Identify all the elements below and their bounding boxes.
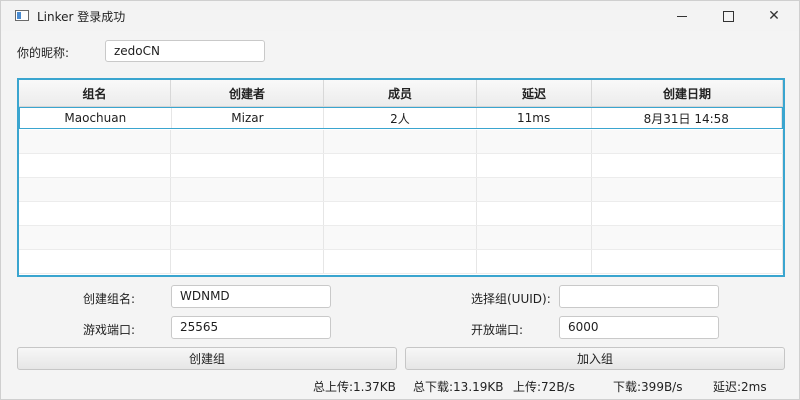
empty-row (19, 130, 783, 154)
open-port-input[interactable]: 6000 (559, 316, 719, 339)
empty-row (19, 250, 783, 274)
cell-created-date: 8月31日 14:58 (592, 108, 782, 128)
open-port-label: 开放端口: (471, 323, 524, 337)
title-bar: Linker 登录成功 ✕ (1, 1, 799, 31)
column-header-members[interactable]: 成员 (324, 80, 477, 106)
column-header-latency[interactable]: 延迟 (477, 80, 592, 106)
nickname-input[interactable]: zedoCN (105, 40, 265, 62)
close-icon: ✕ (768, 8, 780, 24)
empty-row (19, 226, 783, 250)
app-window: Linker 登录成功 ✕ 你的昵称: zedoCN 组名 创建者 成员 延迟 … (0, 0, 800, 400)
select-group-label: 选择组(UUID): (471, 292, 551, 306)
total-download-status: 总下载:13.19KB (413, 380, 504, 394)
column-header-group-name[interactable]: 组名 (19, 80, 171, 106)
game-port-label: 游戏端口: (83, 323, 136, 337)
upload-speed-status: 上传:72B/s (513, 380, 575, 394)
cell-latency: 11ms (477, 108, 592, 128)
game-port-input[interactable]: 25565 (171, 316, 331, 339)
create-group-button[interactable]: 创建组 (17, 347, 397, 370)
cell-creator: Mizar (172, 108, 325, 128)
group-table[interactable]: 组名 创建者 成员 延迟 创建日期 Maochuan Mizar 2人 11ms… (17, 78, 785, 277)
create-group-input[interactable]: WDNMD (171, 285, 331, 308)
close-button[interactable]: ✕ (751, 1, 797, 31)
table-header: 组名 创建者 成员 延迟 创建日期 (19, 80, 783, 107)
download-speed-status: 下载:399B/s (613, 380, 683, 394)
nickname-label: 你的昵称: (17, 46, 70, 60)
maximize-button[interactable] (705, 1, 751, 31)
minimize-icon (677, 15, 687, 17)
column-header-creator[interactable]: 创建者 (171, 80, 324, 106)
join-group-button[interactable]: 加入组 (405, 347, 785, 370)
table-row[interactable]: Maochuan Mizar 2人 11ms 8月31日 14:58 (19, 107, 783, 129)
total-upload-status: 总上传:1.37KB (313, 380, 396, 394)
empty-row (19, 154, 783, 178)
create-group-label: 创建组名: (83, 292, 136, 306)
app-icon (15, 10, 29, 21)
column-header-created-date[interactable]: 创建日期 (592, 80, 783, 106)
maximize-icon (722, 10, 734, 22)
empty-row (19, 202, 783, 226)
latency-status: 延迟:2ms (713, 380, 767, 394)
minimize-button[interactable] (659, 1, 705, 31)
select-group-input[interactable] (559, 285, 719, 308)
cell-members: 2人 (324, 108, 477, 128)
window-title: Linker 登录成功 (37, 10, 126, 24)
empty-row (19, 178, 783, 202)
cell-group-name: Maochuan (20, 108, 172, 128)
